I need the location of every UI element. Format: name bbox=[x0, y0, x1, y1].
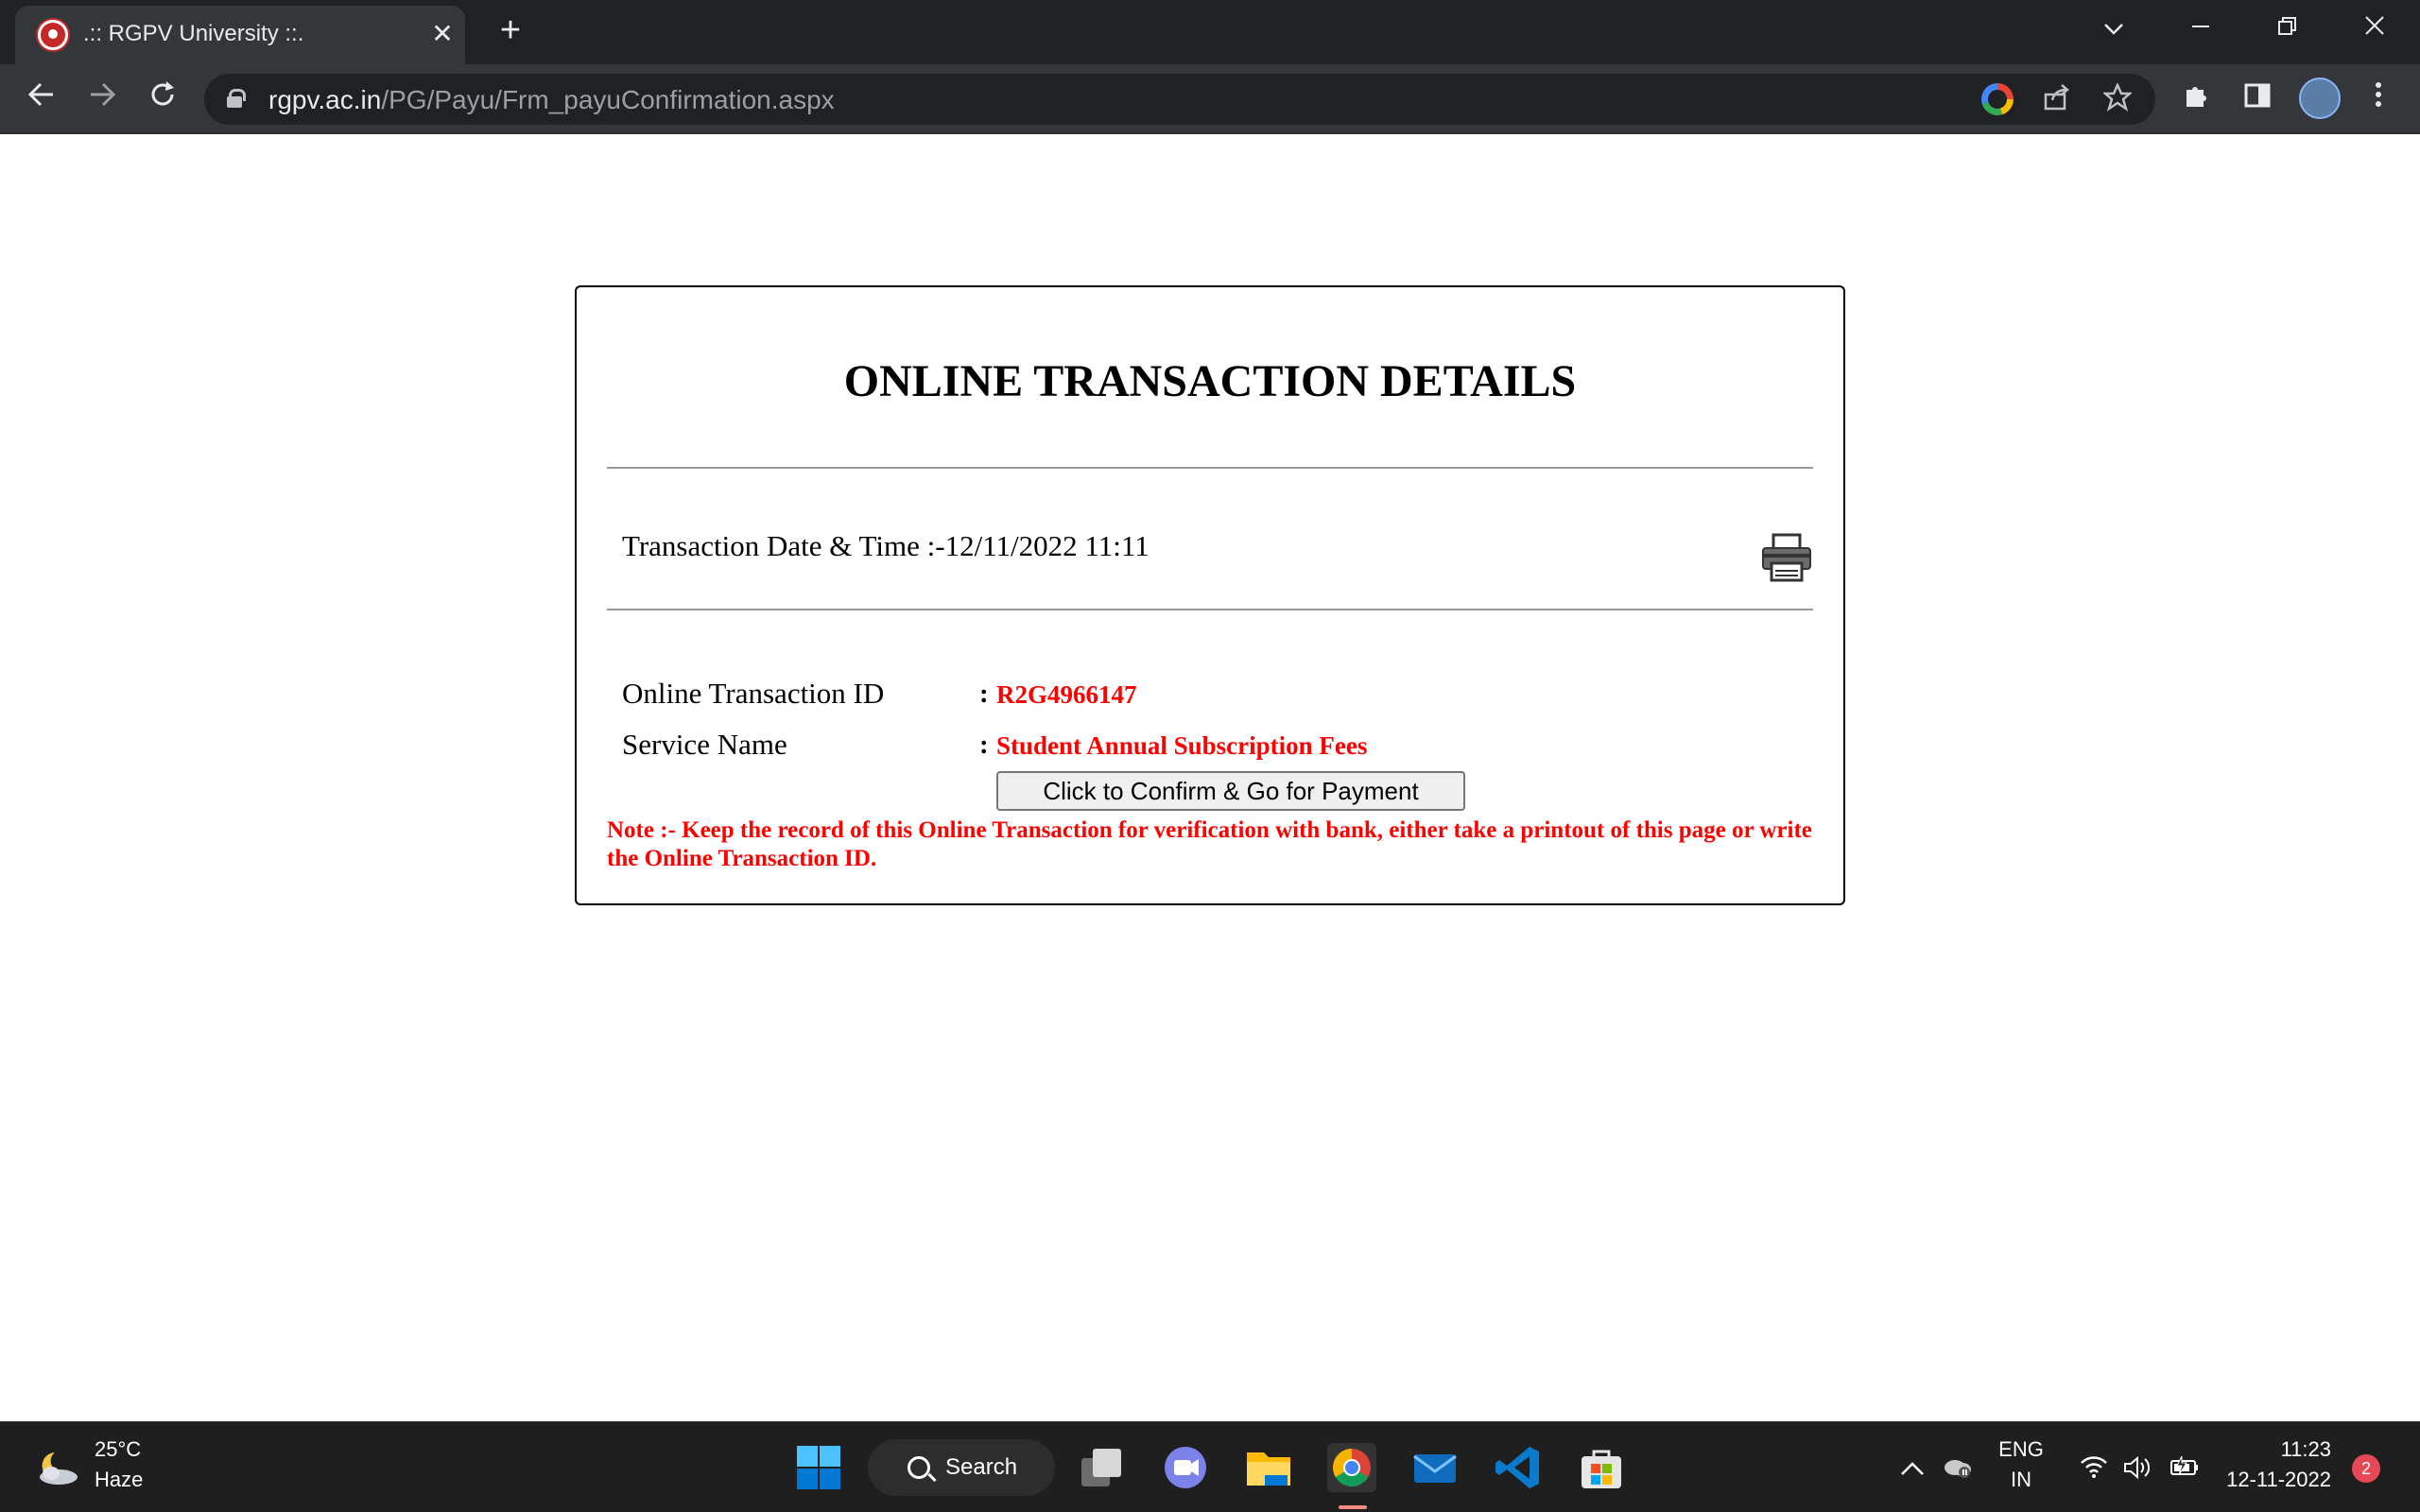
browser-tabstrip: .:: RGPV University ::. ✕ + bbox=[0, 0, 2420, 64]
transaction-details-panel: ONLINE TRANSACTION DETAILS Transaction D… bbox=[575, 285, 1845, 905]
onedrive-icon[interactable] bbox=[1942, 1454, 1971, 1483]
browser-toolbar: rgpv.ac.in/PG/Payu/Frm_payuConfirmation.… bbox=[0, 64, 2420, 132]
taskbar-search[interactable]: Search bbox=[868, 1439, 1055, 1496]
side-panel-icon[interactable] bbox=[2238, 79, 2276, 117]
service-name-value: Student Annual Subscription Fees bbox=[996, 731, 1368, 760]
chrome-menu-icon[interactable] bbox=[2360, 79, 2397, 117]
language-indicator-bottom[interactable]: IN bbox=[1993, 1468, 2049, 1492]
weather-description[interactable]: Haze bbox=[95, 1468, 143, 1492]
service-name-colon: : bbox=[979, 730, 989, 760]
transaction-id-label: Online Transaction ID bbox=[622, 677, 885, 710]
wifi-icon[interactable] bbox=[2080, 1454, 2108, 1483]
bookmark-star-icon[interactable] bbox=[2100, 81, 2135, 117]
windows-taskbar: 25°C Haze Search ENG IN 11:23 12-11-2022… bbox=[0, 1421, 2420, 1512]
language-indicator-top[interactable]: ENG bbox=[1993, 1437, 2049, 1462]
url-host: rgpv.ac.in bbox=[268, 85, 382, 114]
teams-chat-icon[interactable] bbox=[1161, 1443, 1210, 1492]
close-tab-icon[interactable]: ✕ bbox=[427, 19, 458, 49]
divider-bottom bbox=[607, 609, 1813, 610]
forward-icon[interactable] bbox=[83, 79, 121, 117]
microsoft-store-icon[interactable] bbox=[1577, 1443, 1626, 1492]
page-title: ONLINE TRANSACTION DETAILS bbox=[843, 356, 1577, 406]
minimize-icon[interactable] bbox=[2172, 8, 2229, 49]
taskbar-search-label: Search bbox=[945, 1454, 1018, 1480]
vscode-icon[interactable] bbox=[1494, 1443, 1543, 1492]
battery-icon[interactable] bbox=[2169, 1454, 2198, 1483]
clock-time[interactable]: 11:23 bbox=[2227, 1437, 2331, 1462]
new-tab-button[interactable]: + bbox=[492, 11, 529, 49]
rgpv-favicon-icon bbox=[38, 20, 68, 50]
weather-haze-icon[interactable] bbox=[34, 1449, 81, 1486]
task-view-icon[interactable] bbox=[1078, 1443, 1127, 1492]
confirm-payment-button[interactable]: Click to Confirm & Go for Payment bbox=[996, 771, 1465, 811]
clock-date[interactable]: 12-11-2022 bbox=[2218, 1468, 2331, 1492]
chrome-icon[interactable] bbox=[1327, 1443, 1376, 1492]
show-hidden-icons-chevron-icon[interactable] bbox=[1898, 1454, 1927, 1483]
service-name-label: Service Name bbox=[622, 728, 787, 761]
close-window-icon[interactable] bbox=[2346, 8, 2403, 49]
chrome-active-indicator bbox=[1339, 1505, 1367, 1509]
extensions-icon[interactable] bbox=[2178, 79, 2216, 117]
file-explorer-icon[interactable] bbox=[1244, 1443, 1293, 1492]
share-icon[interactable] bbox=[2040, 83, 2074, 117]
transaction-id-value: R2G4966147 bbox=[996, 680, 1137, 709]
toolbar-divider bbox=[0, 132, 2420, 134]
notification-badge[interactable]: 2 bbox=[2352, 1454, 2380, 1483]
browser-tab[interactable]: .:: RGPV University ::. ✕ bbox=[15, 6, 465, 64]
verification-note: Note :- Keep the record of this Online T… bbox=[607, 817, 1812, 871]
url-path: /PG/Payu/Frm_payuConfirmation.aspx bbox=[381, 85, 835, 114]
back-icon[interactable] bbox=[23, 79, 60, 117]
google-lens-icon[interactable] bbox=[1981, 83, 2014, 115]
restore-icon[interactable] bbox=[2259, 8, 2316, 49]
address-bar[interactable]: rgpv.ac.in/PG/Payu/Frm_payuConfirmation.… bbox=[204, 74, 2155, 125]
url-text[interactable]: rgpv.ac.in/PG/Payu/Frm_payuConfirmation.… bbox=[268, 85, 835, 115]
tab-title: .:: RGPV University ::. bbox=[83, 21, 304, 46]
volume-icon[interactable] bbox=[2123, 1454, 2152, 1483]
mail-icon[interactable] bbox=[1410, 1443, 1460, 1492]
weather-temperature[interactable]: 25°C bbox=[95, 1437, 141, 1462]
printer-icon[interactable] bbox=[1760, 533, 1813, 582]
divider-top bbox=[607, 467, 1813, 469]
lock-icon[interactable] bbox=[227, 89, 246, 108]
search-icon bbox=[908, 1456, 930, 1479]
transaction-id-colon: : bbox=[979, 679, 989, 709]
reload-icon[interactable] bbox=[144, 79, 182, 117]
tab-search-chevron-icon[interactable] bbox=[2085, 8, 2142, 49]
transaction-date-time: Transaction Date & Time :-12/11/2022 11:… bbox=[622, 529, 1150, 562]
start-icon[interactable] bbox=[794, 1443, 843, 1492]
profile-avatar[interactable] bbox=[2299, 77, 2341, 119]
